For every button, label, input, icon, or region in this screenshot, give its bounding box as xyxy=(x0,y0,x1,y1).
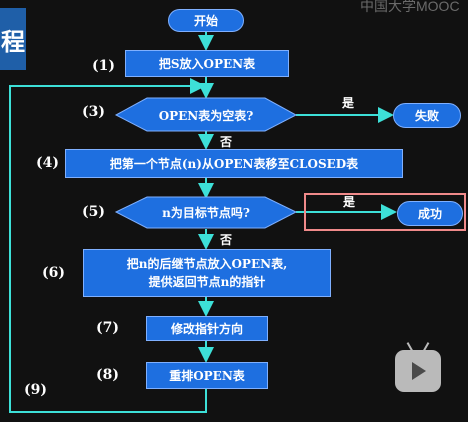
step5-number: (5) xyxy=(82,204,105,220)
no-label-2: 否 xyxy=(220,233,233,247)
flowchart-stage: 程 中国大学MOOC OPEN表为空表? n为目标节点吗? 开始 (1) 把S放… xyxy=(0,0,468,422)
step6-line1: 把n的后继节点放入OPEN表, xyxy=(126,257,288,271)
step4-box: 把第一个节点(n)从OPEN表移至CLOSED表 xyxy=(65,149,403,178)
no-label-1: 否 xyxy=(220,135,233,149)
step8-number: (8) xyxy=(96,367,119,383)
decision-open-empty-text: OPEN表为空表? xyxy=(159,108,254,123)
step6-line2: 提供返回节点n的指针 xyxy=(148,275,266,289)
fail-text: 失败 xyxy=(414,109,439,123)
decision-is-goal-text: n为目标节点吗? xyxy=(162,205,250,220)
step7-number: (7) xyxy=(96,320,119,336)
step6-box: 把n的后继节点放入OPEN表, 提供返回节点n的指针 xyxy=(83,249,331,297)
step7-box: 修改指针方向 xyxy=(146,316,268,341)
success-node: 成功 xyxy=(397,201,463,226)
step8-text: 重排OPEN表 xyxy=(169,369,245,383)
play-triangle-icon xyxy=(412,362,426,380)
step1-number: (1) xyxy=(92,58,115,74)
step8-box: 重排OPEN表 xyxy=(146,362,268,389)
tv-play-icon[interactable] xyxy=(395,342,441,392)
step7-text: 修改指针方向 xyxy=(170,322,243,336)
step1-text: 把S放入OPEN表 xyxy=(158,57,256,71)
yes-label-2: 是 xyxy=(343,195,356,209)
step9-number: (9) xyxy=(24,382,47,398)
step4-number: (4) xyxy=(36,155,59,171)
start-node: 开始 xyxy=(168,9,244,32)
step4-text: 把第一个节点(n)从OPEN表移至CLOSED表 xyxy=(109,157,359,171)
step6-number: (6) xyxy=(42,265,65,281)
fail-node: 失败 xyxy=(393,103,461,128)
step3-number: (3) xyxy=(82,104,105,120)
success-text: 成功 xyxy=(417,207,442,221)
step1-box: 把S放入OPEN表 xyxy=(125,50,289,77)
start-text: 开始 xyxy=(193,14,218,28)
yes-label-1: 是 xyxy=(342,96,355,110)
